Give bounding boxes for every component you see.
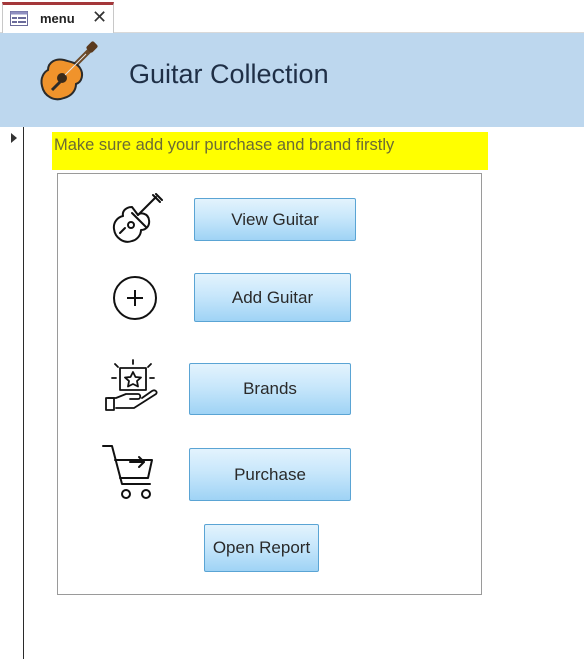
current-record-arrow-icon: [11, 133, 17, 143]
document-tab-strip: menu ✕: [0, 0, 584, 33]
tab-label: menu: [40, 11, 75, 26]
guitar-icon: [108, 193, 166, 247]
purchase-button[interactable]: Purchase: [189, 448, 351, 501]
instruction-note: Make sure add your purchase and brand fi…: [52, 132, 488, 170]
cart-icon: [100, 442, 160, 502]
page-title: Guitar Collection: [129, 59, 329, 89]
tab-menu[interactable]: menu ✕: [2, 2, 114, 33]
view-guitar-button[interactable]: View Guitar: [194, 198, 356, 241]
record-selector[interactable]: [0, 127, 24, 659]
form-header: Guitar Collection: [0, 33, 584, 127]
guitar-logo-icon: [36, 40, 100, 104]
form-icon: [10, 11, 28, 26]
brand-star-icon: [104, 358, 162, 416]
close-icon[interactable]: ✕: [92, 6, 107, 28]
plus-circle-icon: [112, 275, 158, 321]
instruction-text: Make sure add your purchase and brand fi…: [54, 136, 395, 154]
add-guitar-button[interactable]: Add Guitar: [194, 273, 351, 322]
open-report-button[interactable]: Open Report: [204, 524, 319, 572]
brands-button[interactable]: Brands: [189, 363, 351, 415]
